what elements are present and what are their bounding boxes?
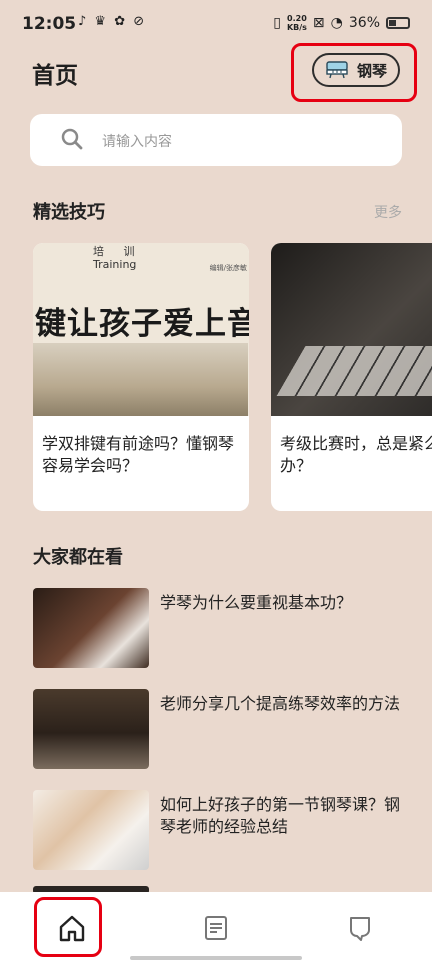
list-item-title: 老师分享几个提高练琴效率的方法 [160,694,401,713]
list-item[interactable]: 老师分享几个提高练琴效率的方法 [33,689,403,769]
sim-icon: ⊠ [312,15,325,31]
battery-icon [386,17,410,29]
image-sublabel: Training [93,258,137,271]
image-headline: 键让孩子爱上音乐 [35,306,249,342]
status-right: ▯ 0.20 KB/s ⊠ ◔ 36% [273,14,410,32]
featured-card-image: 培 训 Training 编辑/张彦敏 键让孩子爱上音乐 [33,243,249,416]
net-speed-value: 0.20 [287,14,307,23]
article-icon [205,916,227,940]
status-time: 12:05 [22,14,77,34]
vibrate-icon: ▯ [273,15,281,31]
list-item-title: 如何上好孩子的第一节钢琴课？钢琴老师的经验总结 [160,795,401,836]
search-icon [61,128,83,150]
featured-card[interactable]: 考级比赛时，总是紧么办？ [271,243,432,511]
list-item[interactable]: 学琴为什么要重视基本功？ [33,588,403,668]
featured-card[interactable]: 培 训 Training 编辑/张彦敏 键让孩子爱上音乐 学双排键有前途吗？懂钢… [33,243,249,511]
list-item[interactable]: 如何上好孩子的第一节钢琴课？钢琴老师的经验总结 [33,790,403,870]
net-speed-unit: KB/s [286,23,307,32]
featured-card-title: 考级比赛时，总是紧么办？ [280,434,432,475]
instrument-switch-button[interactable]: 钢琴 [312,53,400,87]
section-title-trending: 大家都在看 [33,547,123,568]
page-title: 首页 [32,63,78,89]
home-indicator[interactable] [130,956,302,960]
piano-keys-image [276,346,432,396]
tab-articles[interactable] [196,908,236,948]
battery-percent: 36% [348,15,380,31]
image-scene [33,343,248,416]
list-item-thumbnail [33,790,149,870]
image-label: 培 训 [93,245,143,258]
piano-icon [326,61,348,79]
feedback-icon [350,917,370,941]
tab-feedback[interactable] [340,908,380,948]
image-byline: 编辑/张彦敏 [209,264,247,272]
list-item-title: 学琴为什么要重视基本功？ [160,593,353,612]
instrument-label: 钢琴 [356,61,387,80]
list-item-thumbnail [33,588,149,668]
net-speed: 0.20 KB/s [287,14,307,32]
highlight-marker [34,897,102,957]
featured-card-image [271,243,432,416]
more-link[interactable]: 更多 [374,202,402,222]
featured-card-title: 学双排键有前途吗？懂钢琴容易学会吗？ [42,434,235,475]
list-item-thumbnail [33,689,149,769]
wifi-icon: ◔ [330,15,343,31]
section-title-featured: 精选技巧 [33,202,105,223]
search-placeholder: 请输入内容 [102,134,172,150]
search-bar[interactable]: 请输入内容 [30,114,402,166]
notification-icons: ♪ ♛ ✿ ⊘ [78,14,147,29]
